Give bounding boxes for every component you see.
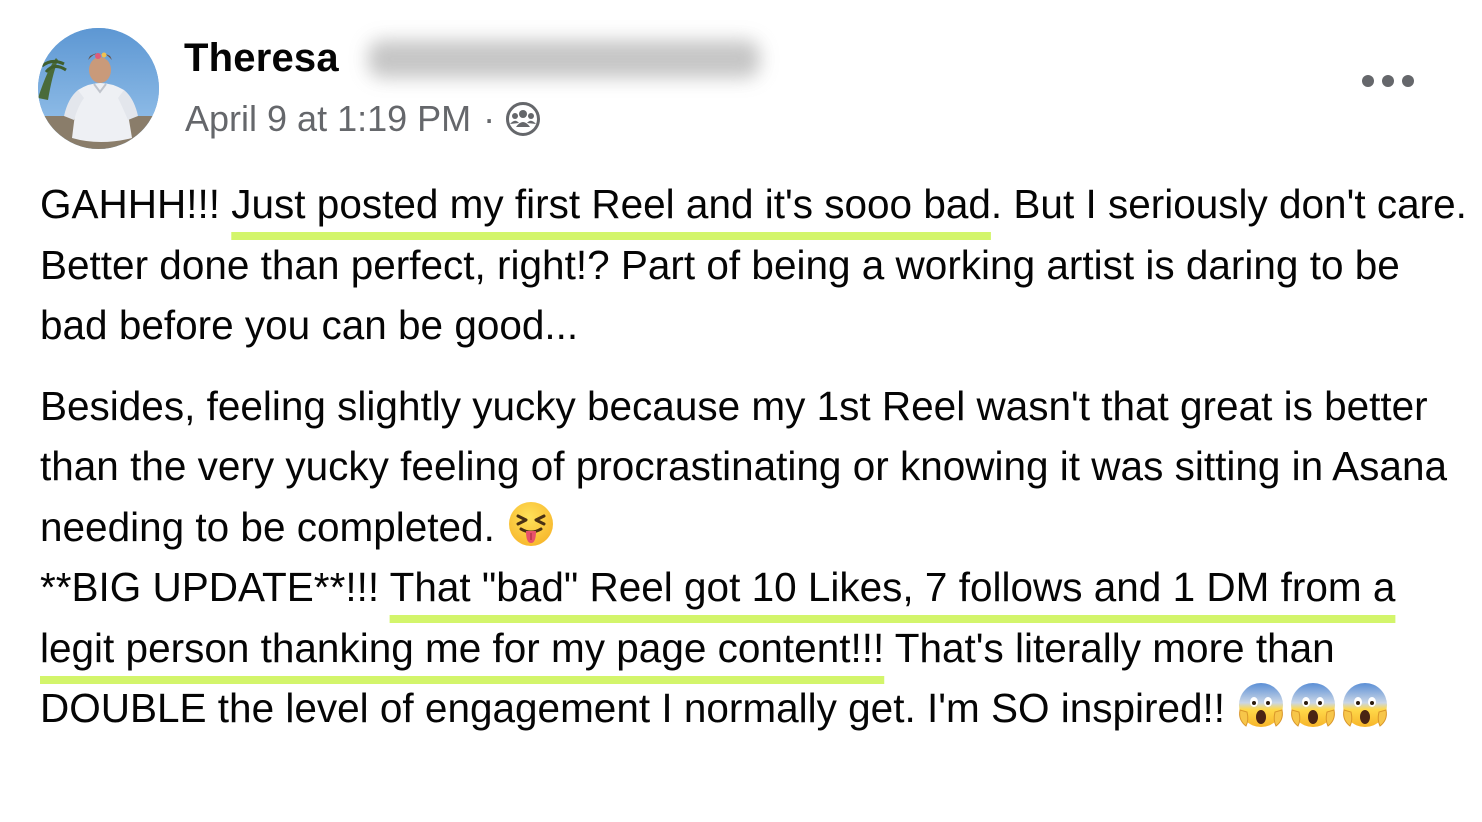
squinting-face-with-tongue-icon	[506, 499, 556, 549]
more-dot	[1382, 75, 1394, 87]
post-body: GAHHH!!! Just posted my first Reel and i…	[40, 174, 1470, 739]
post-text: Besides, feeling slightly yucky because …	[40, 382, 1447, 550]
post-paragraph-1: GAHHH!!! Just posted my first Reel and i…	[40, 174, 1470, 356]
face-screaming-in-fear-icon	[1288, 680, 1338, 730]
profile-photo-icon	[38, 28, 159, 149]
more-dot	[1362, 75, 1374, 87]
more-dot	[1402, 75, 1414, 87]
face-screaming-in-fear-icon	[1340, 680, 1390, 730]
meta-separator: ·	[483, 98, 496, 139]
post-text: GAHHH!!!	[40, 181, 232, 227]
post-paragraph-2: Besides, feeling slightly yucky because …	[40, 376, 1470, 739]
face-screaming-in-fear-icon	[1236, 680, 1286, 730]
author-avatar[interactable]	[38, 28, 159, 149]
post-text: **BIG UPDATE**!!!	[40, 564, 390, 610]
post-meta: April 9 at 1:19 PM ·	[185, 98, 541, 140]
highlighted-text: Just posted my first Reel and it's sooo …	[231, 181, 991, 227]
facebook-post: Theresa April 9 at 1:19 PM · GAHHH!!! Ju…	[0, 0, 1482, 822]
more-options-icon[interactable]	[1362, 66, 1414, 96]
author-surname-redacted	[368, 40, 760, 78]
post-timestamp[interactable]: April 9 at 1:19 PM	[185, 98, 471, 140]
author-name[interactable]: Theresa	[184, 36, 339, 81]
group-audience-icon[interactable]	[505, 101, 541, 137]
